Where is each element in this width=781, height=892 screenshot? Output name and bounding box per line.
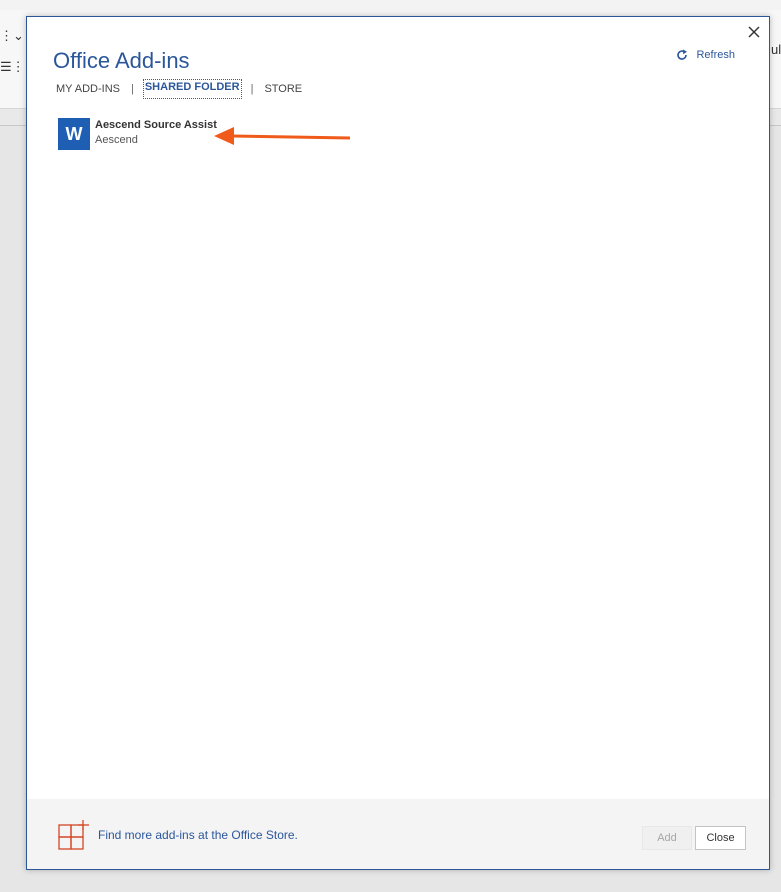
tab-shared-folder[interactable]: SHARED FOLDER bbox=[142, 79, 242, 99]
tab-separator: | bbox=[250, 83, 254, 95]
office-store-link[interactable]: Find more add-ins at the Office Store. bbox=[58, 820, 298, 850]
addin-tabs: MY ADD-INS | SHARED FOLDER | STORE bbox=[54, 79, 304, 99]
ribbon-dropdown-icon: ⋮⌄ bbox=[0, 28, 24, 43]
addin-list-item[interactable]: W Aescend Source Assist Aescend bbox=[58, 118, 217, 150]
office-addins-dialog: Office Add-ins Refresh MY ADD-INS | SHAR… bbox=[26, 16, 770, 870]
add-ins-store-icon bbox=[58, 820, 89, 850]
ribbon-align-icon: ☰⋮ bbox=[0, 59, 25, 74]
background-ribbon-text: ul bbox=[771, 42, 781, 57]
tab-separator: | bbox=[130, 83, 134, 95]
addin-info: Aescend Source Assist Aescend bbox=[95, 118, 217, 147]
refresh-icon bbox=[677, 49, 688, 60]
dialog-footer: Find more add-ins at the Office Store. A… bbox=[27, 799, 769, 869]
refresh-label: Refresh bbox=[696, 49, 735, 61]
word-icon-letter: W bbox=[65, 123, 83, 144]
add-button[interactable]: Add bbox=[642, 826, 692, 850]
background-title-strip bbox=[0, 0, 781, 10]
close-button[interactable]: Close bbox=[695, 826, 746, 850]
office-store-link-text: Find more add-ins at the Office Store. bbox=[98, 828, 298, 842]
addin-publisher: Aescend bbox=[95, 134, 138, 146]
word-icon: W bbox=[58, 118, 90, 150]
close-icon[interactable] bbox=[745, 23, 763, 41]
tab-store[interactable]: STORE bbox=[262, 81, 304, 97]
tab-my-addins[interactable]: MY ADD-INS bbox=[54, 81, 122, 97]
annotation-arrow-icon bbox=[214, 127, 351, 145]
dialog-title: Office Add-ins bbox=[53, 48, 190, 73]
refresh-button[interactable]: Refresh bbox=[676, 49, 735, 61]
addin-name: Aescend Source Assist bbox=[95, 119, 217, 131]
